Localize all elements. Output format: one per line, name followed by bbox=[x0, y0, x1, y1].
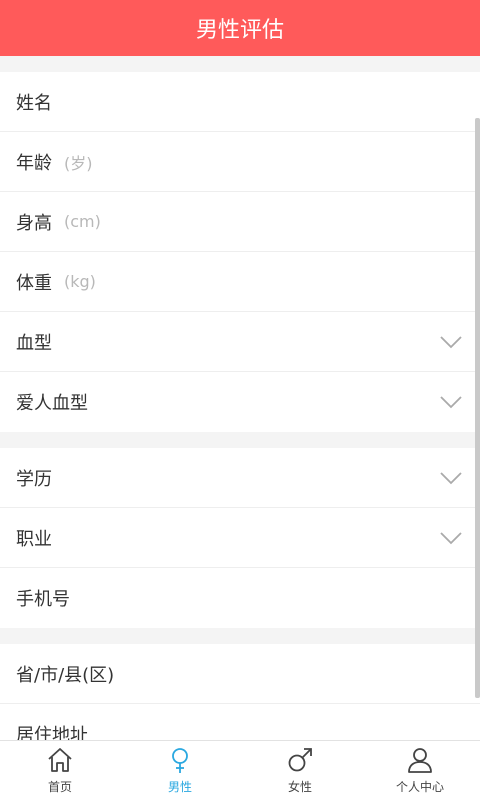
field-label: 手机号 bbox=[16, 589, 70, 610]
bottom-tab-bar: 首页 男性 女性 个人中心 bbox=[0, 740, 480, 800]
tab-female[interactable]: 女性 bbox=[240, 741, 360, 800]
person-icon bbox=[408, 748, 432, 773]
home-icon bbox=[48, 748, 72, 772]
app-header: 男性评估 bbox=[0, 0, 480, 56]
phone-field[interactable]: 手机号 bbox=[0, 568, 480, 628]
section-gap bbox=[0, 628, 480, 644]
region-field[interactable]: 省/市/县(区) bbox=[0, 644, 480, 704]
partner-blood-type-select[interactable]: 爱人血型 bbox=[0, 372, 480, 432]
field-label: 体重 bbox=[16, 272, 52, 294]
field-label: 爱人血型 bbox=[16, 393, 88, 414]
field-label: 年龄 bbox=[16, 152, 52, 174]
tab-home[interactable]: 首页 bbox=[0, 741, 120, 800]
tab-profile[interactable]: 个人中心 bbox=[360, 741, 480, 800]
section-gap bbox=[0, 56, 480, 72]
unit-hint: (kg) bbox=[64, 272, 96, 291]
unit-hint: (岁) bbox=[64, 153, 93, 173]
tab-label: 男性 bbox=[167, 780, 192, 794]
field-label: 省/市/县(区) bbox=[16, 664, 115, 686]
form-group-background: 学历 职业 手机号 bbox=[0, 448, 480, 628]
field-label: 职业 bbox=[16, 528, 52, 550]
page-title: 男性评估 bbox=[195, 18, 284, 43]
chevron-down-icon bbox=[440, 396, 462, 409]
field-label: 姓名 bbox=[16, 92, 52, 114]
tab-label: 女性 bbox=[287, 780, 312, 794]
tab-label: 首页 bbox=[47, 780, 72, 794]
age-field[interactable]: 年龄 (岁) bbox=[0, 132, 480, 192]
form-group-personal: 姓名 年龄 (岁) 身高 (cm) 体重 (kg) 血型 爱人血型 bbox=[0, 72, 480, 432]
address-field[interactable]: 居住地址 bbox=[0, 704, 480, 740]
chevron-down-icon bbox=[440, 531, 462, 544]
field-label: 学历 bbox=[16, 468, 52, 490]
tab-label: 个人中心 bbox=[395, 780, 444, 794]
field-label: 居住地址 bbox=[16, 725, 88, 740]
field-label: 身高 bbox=[16, 212, 52, 234]
tab-male[interactable]: 男性 bbox=[120, 741, 240, 800]
chevron-down-icon bbox=[440, 335, 462, 348]
female-symbol-icon bbox=[172, 748, 188, 773]
section-gap bbox=[0, 432, 480, 448]
form-scroll-area[interactable]: 姓名 年龄 (岁) 身高 (cm) 体重 (kg) 血型 爱人血型 学历 职业 … bbox=[0, 56, 480, 740]
male-symbol-icon bbox=[288, 748, 312, 772]
form-group-address: 省/市/县(区) 居住地址 bbox=[0, 644, 480, 740]
weight-field[interactable]: 体重 (kg) bbox=[0, 252, 480, 312]
height-field[interactable]: 身高 (cm) bbox=[0, 192, 480, 252]
education-select[interactable]: 学历 bbox=[0, 448, 480, 508]
name-field[interactable]: 姓名 bbox=[0, 72, 480, 132]
chevron-down-icon bbox=[440, 471, 462, 484]
unit-hint: (cm) bbox=[64, 212, 101, 231]
scrollbar[interactable] bbox=[475, 118, 480, 698]
blood-type-select[interactable]: 血型 bbox=[0, 312, 480, 372]
field-label: 血型 bbox=[16, 332, 52, 354]
occupation-select[interactable]: 职业 bbox=[0, 508, 480, 568]
